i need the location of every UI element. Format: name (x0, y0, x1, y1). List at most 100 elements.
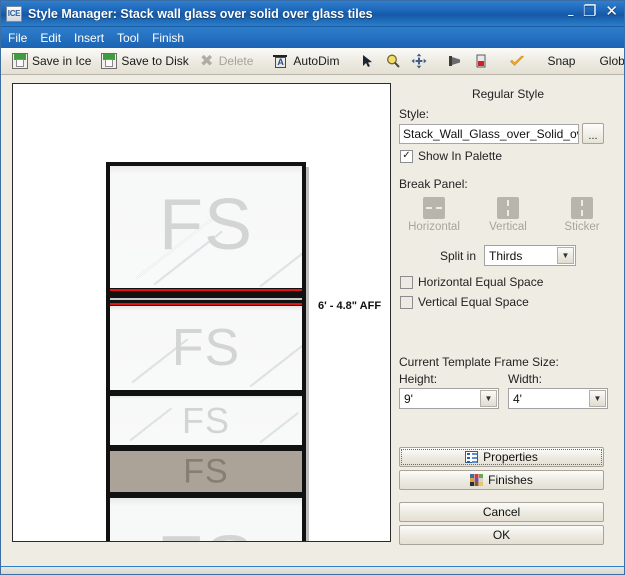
ok-label: OK (492, 528, 511, 542)
save-to-disk-label: Save to Disk (121, 54, 189, 68)
vertical-equal-space-row[interactable]: Vertical Equal Space (400, 295, 619, 309)
ok-button[interactable]: OK (399, 525, 604, 545)
move-arrows-icon (411, 53, 427, 69)
horizontal-equal-space-row[interactable]: Horizontal Equal Space (400, 275, 619, 289)
orange-check-icon (509, 53, 525, 69)
panel-divider-red[interactable] (110, 288, 302, 306)
break-sticker-icon (571, 197, 593, 219)
vertical-equal-space-label: Vertical Equal Space (418, 295, 529, 309)
glass-streak (260, 237, 302, 287)
zoom-tool-button[interactable] (380, 50, 406, 72)
panel-watermark: FS (181, 399, 231, 441)
finishes-button[interactable]: Finishes (399, 470, 604, 490)
drawing-canvas[interactable]: FS FS FS FS 6' - 4.8" AFF (12, 83, 391, 542)
panel-solid-selected[interactable]: FS (110, 451, 302, 492)
break-vertical-button: Vertical (476, 197, 540, 233)
wall-tool-button[interactable] (442, 50, 468, 72)
status-strip (1, 566, 624, 574)
panel-glass-2[interactable]: FS (110, 306, 302, 390)
wall-assembly[interactable]: FS FS FS FS (106, 162, 306, 541)
style-browse-button[interactable]: ... (582, 123, 604, 144)
floppy-save-icon (101, 53, 118, 69)
split-in-label: Split in (439, 248, 477, 263)
divider-red-line (110, 289, 302, 291)
save-in-ice-label: Save in Ice (32, 54, 92, 68)
title-bar: ICE Style Manager: Stack wall glass over… (1, 1, 624, 27)
horizontal-equal-space-label: Horizontal Equal Space (418, 275, 544, 289)
window-title: Style Manager: Stack wall glass over sol… (28, 6, 373, 21)
pan-tool-button[interactable] (406, 50, 432, 72)
properties-list-icon (465, 451, 479, 463)
break-sticker-button: Sticker (550, 197, 614, 233)
chevron-down-icon[interactable]: ▼ (557, 247, 575, 264)
menu-item-edit[interactable]: Edit (40, 31, 61, 45)
break-horizontal-label: Horizontal (408, 221, 460, 233)
cursor-arrow-icon (359, 53, 375, 69)
paint-can-icon (473, 53, 489, 69)
panel-glass-3[interactable]: FS (110, 396, 302, 445)
close-icon[interactable]: ✕ (605, 4, 618, 19)
divider-red-line (110, 303, 302, 305)
magnifier-icon (385, 53, 401, 69)
sidebar-heading: Regular Style (471, 87, 545, 101)
style-field-label: Style: (399, 107, 430, 121)
panel-watermark: FS (183, 452, 229, 490)
glass-streak (250, 345, 302, 387)
break-horizontal-icon (423, 197, 445, 219)
save-in-ice-button[interactable]: Save in Ice (7, 50, 96, 72)
global-toggle[interactable]: Global (592, 54, 624, 68)
menu-item-file[interactable]: File (8, 31, 27, 45)
properties-button[interactable]: Properties (399, 447, 604, 467)
menu-item-tool[interactable]: Tool (117, 31, 139, 45)
window-controls: – ❐ ✕ (567, 4, 618, 24)
finishes-label: Finishes (488, 473, 533, 487)
width-select[interactable]: 4' ▼ (508, 388, 608, 409)
break-panel-options: Horizontal Vertical Sticker (397, 197, 619, 233)
delete-label: Delete (218, 54, 254, 68)
approve-check-button[interactable] (504, 50, 530, 72)
paint-can-button[interactable] (468, 50, 494, 72)
panel-watermark: FS (158, 184, 254, 265)
split-in-select[interactable]: Thirds ▼ (484, 245, 577, 266)
finishes-swatch-icon (470, 474, 484, 486)
app-icon: ICE (6, 5, 22, 22)
menu-bar: File Edit Insert Tool Finish (1, 27, 624, 48)
floppy-save-icon (12, 53, 28, 69)
show-in-palette-label: Show In Palette (418, 149, 503, 163)
save-to-disk-button[interactable]: Save to Disk (96, 50, 193, 72)
height-label: Height: (399, 372, 438, 386)
style-input[interactable]: Stack_Wall_Glass_over_Solid_over_G (399, 123, 579, 144)
delete-button: ✖ Delete (194, 50, 259, 72)
break-vertical-icon (497, 197, 519, 219)
show-in-palette-row[interactable]: ✓ Show In Palette (400, 149, 619, 163)
panel-watermark: FS (156, 519, 255, 541)
select-tool-button[interactable] (354, 50, 380, 72)
horizontal-equal-space-checkbox[interactable] (400, 275, 413, 289)
dimension-label: 6' - 4.8" AFF (318, 300, 382, 312)
height-value: 9' (404, 391, 413, 406)
autodim-button[interactable]: AutoDim (268, 50, 344, 72)
divider-grey-line (110, 298, 302, 300)
minimize-icon[interactable]: – (567, 8, 574, 23)
x-delete-icon: ✖ (200, 51, 214, 70)
menu-item-insert[interactable]: Insert (74, 31, 104, 45)
height-select[interactable]: 9' ▼ (399, 388, 499, 409)
menu-item-finish[interactable]: Finish (152, 31, 184, 45)
chevron-down-icon[interactable]: ▼ (589, 390, 606, 407)
panel-watermark: FS (171, 319, 241, 377)
snap-toggle[interactable]: Snap (540, 54, 582, 68)
cancel-button[interactable]: Cancel (399, 502, 604, 522)
vertical-equal-space-checkbox[interactable] (400, 295, 413, 309)
panel-glass-1[interactable]: FS (110, 166, 302, 288)
split-in-value: Thirds (489, 248, 523, 263)
auto-dimension-icon (273, 53, 289, 69)
maximize-icon[interactable]: ❐ (583, 4, 596, 19)
glass-streak (130, 407, 172, 441)
show-in-palette-checkbox[interactable]: ✓ (400, 149, 413, 163)
chevron-down-icon[interactable]: ▼ (480, 390, 497, 407)
wall-icon (447, 53, 463, 69)
break-panel-label: Break Panel: (399, 177, 468, 191)
frame-size-label: Current Template Frame Size: (399, 355, 559, 369)
split-in-row: Split in Thirds ▼ (397, 245, 619, 266)
panel-glass-4[interactable]: FS (110, 498, 302, 541)
